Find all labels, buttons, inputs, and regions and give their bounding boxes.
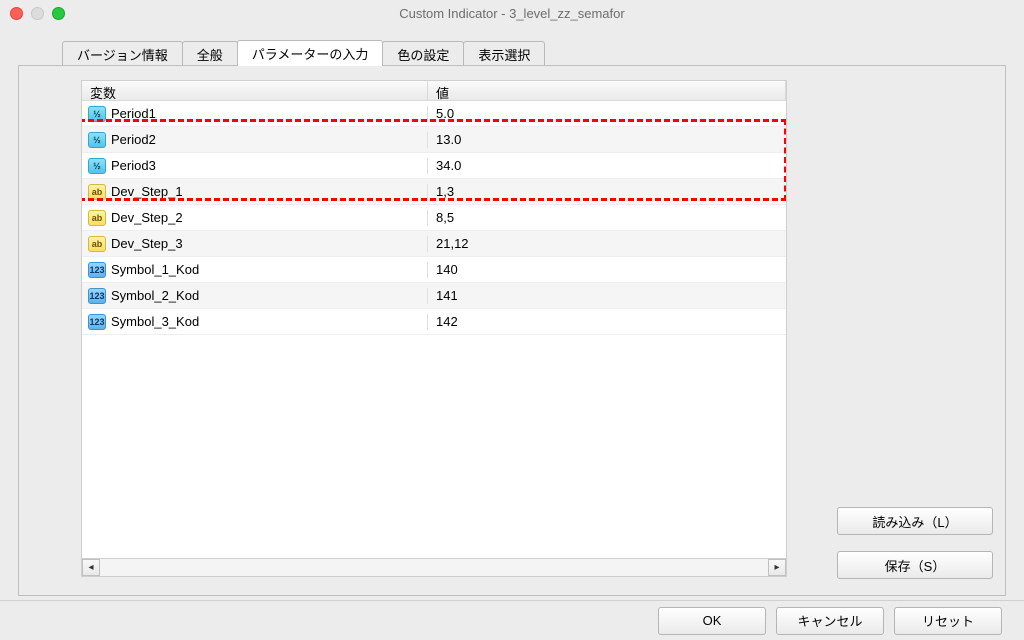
table-row[interactable]: ½ Period1 5.0 bbox=[82, 101, 786, 127]
scroll-track[interactable] bbox=[100, 559, 768, 576]
variable-name: Period3 bbox=[111, 158, 156, 173]
value-cell[interactable]: 13.0 bbox=[428, 132, 786, 147]
variable-name: Dev_Step_2 bbox=[111, 210, 183, 225]
parameters-grid: 変数 値 ½ Period1 5.0 ½ Period2 13.0 ½ Period3 34.0… bbox=[81, 80, 787, 577]
ok-button[interactable]: OK bbox=[658, 607, 766, 635]
value-cell[interactable]: 141 bbox=[428, 288, 786, 303]
variable-name: Symbol_1_Kod bbox=[111, 262, 199, 277]
variable-name: Dev_Step_3 bbox=[111, 236, 183, 251]
traffic-lights bbox=[10, 7, 65, 20]
value-cell[interactable]: 5.0 bbox=[428, 106, 786, 121]
variable-cell: ½ Period1 bbox=[82, 106, 428, 122]
float-type-icon: ½ bbox=[88, 158, 106, 174]
table-row[interactable]: 123 Symbol_3_Kod 142 bbox=[82, 309, 786, 335]
variable-cell: 123 Symbol_2_Kod bbox=[82, 288, 428, 304]
zoom-icon[interactable] bbox=[52, 7, 65, 20]
value-cell[interactable]: 140 bbox=[428, 262, 786, 277]
load-button[interactable]: 読み込み（L） bbox=[837, 507, 993, 535]
window-title: Custom Indicator - 3_level_zz_semafor bbox=[0, 6, 1024, 21]
minimize-icon bbox=[31, 7, 44, 20]
variable-name: Symbol_2_Kod bbox=[111, 288, 199, 303]
str-type-icon: ab bbox=[88, 236, 106, 252]
side-buttons: 読み込み（L） 保存（S） bbox=[837, 507, 993, 579]
variable-cell: ab Dev_Step_1 bbox=[82, 184, 428, 200]
table-row[interactable]: 123 Symbol_1_Kod 140 bbox=[82, 257, 786, 283]
header-variable[interactable]: 変数 bbox=[82, 81, 428, 100]
content-frame: 変数 値 ½ Period1 5.0 ½ Period2 13.0 ½ Period3 34.0… bbox=[18, 66, 1006, 596]
tab-0[interactable]: バージョン情報 bbox=[62, 41, 183, 67]
variable-cell: ½ Period2 bbox=[82, 132, 428, 148]
variable-cell: ½ Period3 bbox=[82, 158, 428, 174]
str-type-icon: ab bbox=[88, 184, 106, 200]
tab-4[interactable]: 表示選択 bbox=[463, 41, 545, 67]
scroll-left-button[interactable]: ◂ bbox=[82, 559, 100, 576]
variable-cell: 123 Symbol_3_Kod bbox=[82, 314, 428, 330]
variable-name: Dev_Step_1 bbox=[111, 184, 183, 199]
save-button[interactable]: 保存（S） bbox=[837, 551, 993, 579]
header-value[interactable]: 値 bbox=[428, 81, 786, 100]
float-type-icon: ½ bbox=[88, 106, 106, 122]
str-type-icon: ab bbox=[88, 210, 106, 226]
reset-button[interactable]: リセット bbox=[894, 607, 1002, 635]
tab-2[interactable]: パラメーターの入力 bbox=[237, 40, 384, 66]
int-type-icon: 123 bbox=[88, 314, 106, 330]
table-row[interactable]: ab Dev_Step_2 8,5 bbox=[82, 205, 786, 231]
close-icon[interactable] bbox=[10, 7, 23, 20]
cancel-button[interactable]: キャンセル bbox=[776, 607, 884, 635]
variable-cell: 123 Symbol_1_Kod bbox=[82, 262, 428, 278]
value-cell[interactable]: 34.0 bbox=[428, 158, 786, 173]
variable-name: Symbol_3_Kod bbox=[111, 314, 199, 329]
int-type-icon: 123 bbox=[88, 262, 106, 278]
tab-3[interactable]: 色の設定 bbox=[382, 41, 464, 67]
variable-cell: ab Dev_Step_3 bbox=[82, 236, 428, 252]
scroll-right-button[interactable]: ▸ bbox=[768, 559, 786, 576]
tab-panel: 変数 値 ½ Period1 5.0 ½ Period2 13.0 ½ Period3 34.0… bbox=[18, 65, 1006, 596]
tab-bar: バージョン情報全般パラメーターの入力色の設定表示選択 bbox=[0, 26, 1024, 66]
table-row[interactable]: ½ Period2 13.0 bbox=[82, 127, 786, 153]
grid-header: 変数 値 bbox=[82, 81, 786, 101]
table-row[interactable]: ½ Period3 34.0 bbox=[82, 153, 786, 179]
value-cell[interactable]: 1,3 bbox=[428, 184, 786, 199]
horizontal-scrollbar[interactable]: ◂ ▸ bbox=[82, 558, 786, 576]
grid-body: ½ Period1 5.0 ½ Period2 13.0 ½ Period3 34.0 ab Dev… bbox=[82, 101, 786, 558]
float-type-icon: ½ bbox=[88, 132, 106, 148]
variable-name: Period1 bbox=[111, 106, 156, 121]
table-row[interactable]: 123 Symbol_2_Kod 141 bbox=[82, 283, 786, 309]
int-type-icon: 123 bbox=[88, 288, 106, 304]
tab-1[interactable]: 全般 bbox=[182, 41, 238, 67]
table-row[interactable]: ab Dev_Step_1 1,3 bbox=[82, 179, 786, 205]
titlebar: Custom Indicator - 3_level_zz_semafor bbox=[0, 0, 1024, 26]
value-cell[interactable]: 8,5 bbox=[428, 210, 786, 225]
variable-name: Period2 bbox=[111, 132, 156, 147]
value-cell[interactable]: 142 bbox=[428, 314, 786, 329]
value-cell[interactable]: 21,12 bbox=[428, 236, 786, 251]
table-row[interactable]: ab Dev_Step_3 21,12 bbox=[82, 231, 786, 257]
variable-cell: ab Dev_Step_2 bbox=[82, 210, 428, 226]
dialog-button-bar: OK キャンセル リセット bbox=[0, 600, 1024, 640]
dialog-window: Custom Indicator - 3_level_zz_semafor バー… bbox=[0, 0, 1024, 640]
